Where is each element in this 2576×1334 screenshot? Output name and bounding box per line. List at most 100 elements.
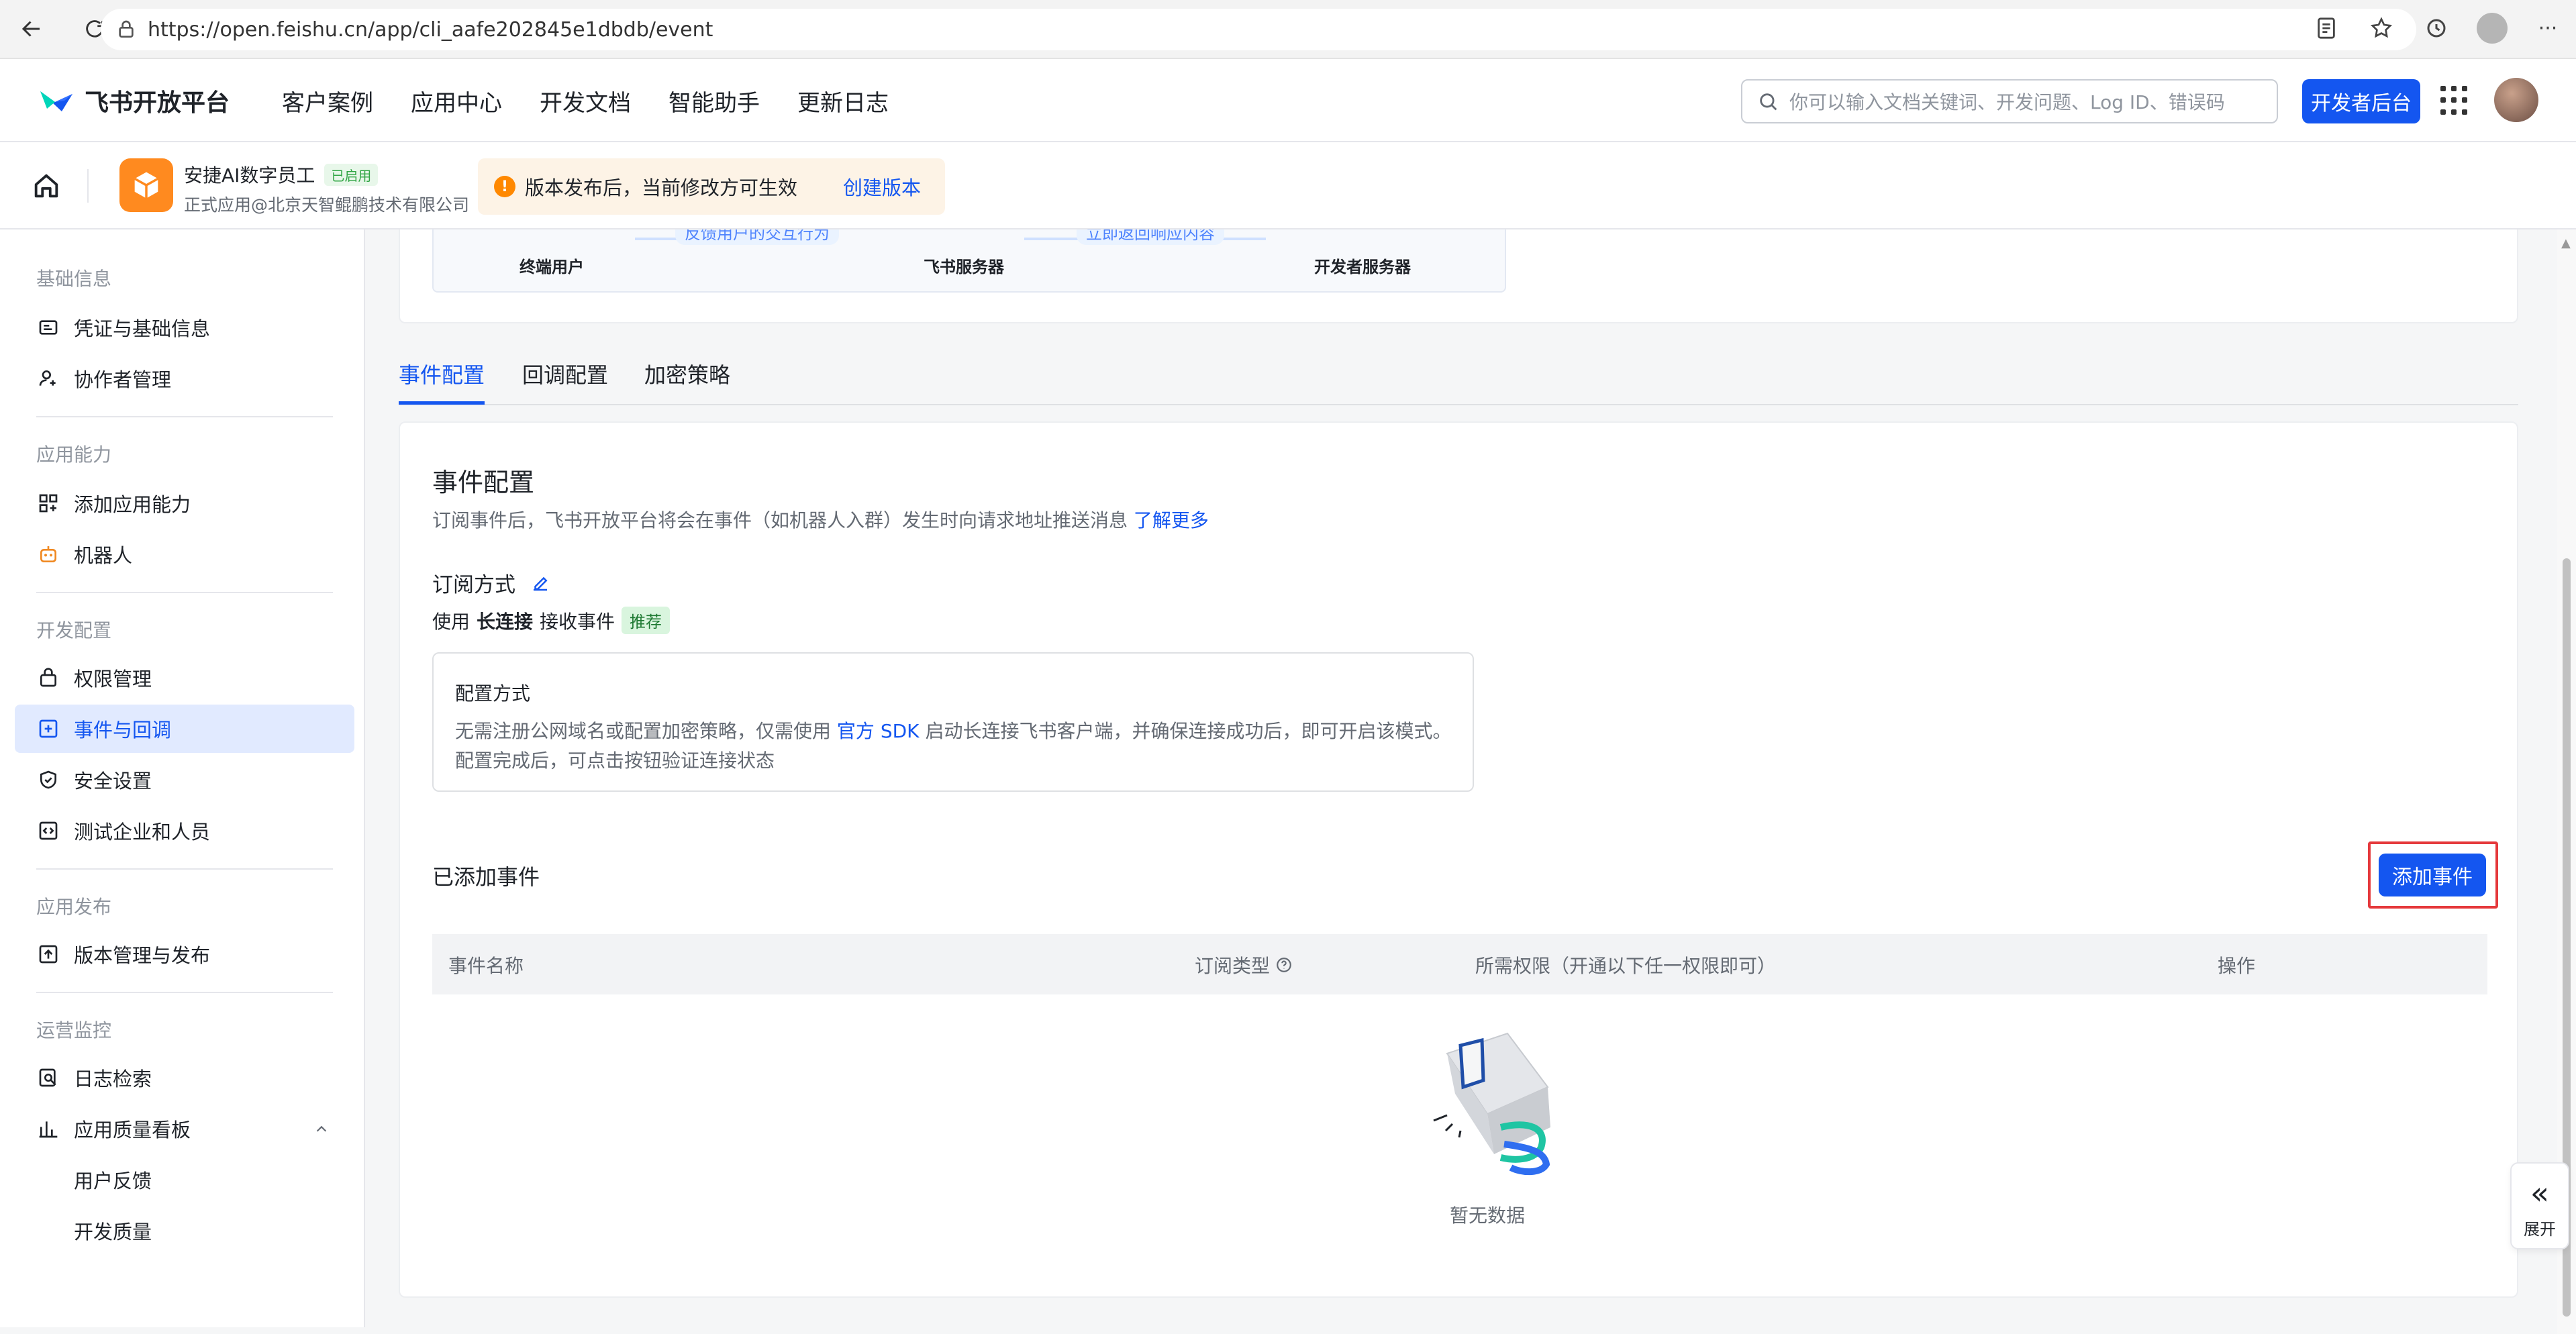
use-suffix: 接收事件	[540, 610, 615, 633]
subscribe-method: 订阅方式	[432, 568, 550, 598]
config-text: 启动长连接飞书客户端，并确保连接成功后，即可开启该模式。	[925, 720, 1452, 742]
sidebar-item-feedback[interactable]: 用户反馈	[15, 1156, 354, 1204]
doc-search-input[interactable]: 你可以输入文档关键词、开发问题、Log ID、错误码	[1741, 79, 2278, 123]
subscribe-mode-line: 使用 长连接 接收事件 推荐	[432, 607, 671, 634]
sidebar-item-label: 日志检索	[74, 1068, 152, 1090]
add-ability-icon	[39, 494, 58, 513]
config-tabs: 事件配置 回调配置 加密策略	[399, 349, 2518, 405]
id-card-icon	[39, 320, 58, 335]
version-notice: ! 版本发布后，当前修改方可生效 创建版本	[478, 158, 945, 215]
long-connection-label: 长连接	[477, 610, 534, 633]
event-flow-diagram: 反馈用户的交互行为 立即返回响应内容 终端用户 飞书服务器 开发者服务器	[432, 229, 1506, 293]
sidebar-divider	[36, 592, 333, 593]
home-icon[interactable]	[31, 170, 62, 201]
favorite-star-icon[interactable]	[2367, 12, 2396, 44]
reader-mode-icon[interactable]	[2312, 12, 2341, 44]
use-prefix: 使用	[432, 610, 470, 633]
sidebar-item-collaborators[interactable]: 协作者管理	[15, 354, 354, 403]
sidebar-item-add-ability[interactable]: 添加应用能力	[15, 479, 354, 527]
back-icon[interactable]	[13, 11, 50, 47]
tab-encrypt-strategy[interactable]: 加密策略	[644, 358, 730, 389]
help-icon[interactable]	[1275, 956, 1293, 974]
nav-link-cases[interactable]: 客户案例	[282, 85, 373, 117]
sidebar-item-test-org[interactable]: 测试企业和人员	[15, 807, 354, 855]
sidebar-item-label: 凭证与基础信息	[74, 317, 211, 340]
nav-link-docs[interactable]: 开发文档	[540, 85, 631, 117]
expand-panel-button[interactable]: « 展开	[2510, 1162, 2569, 1249]
warning-icon: !	[494, 176, 515, 197]
sidebar-group-ability: 应用能力	[36, 444, 112, 466]
added-events-title: 已添加事件	[432, 864, 540, 890]
divider	[87, 169, 89, 203]
user-avatar[interactable]	[2494, 78, 2538, 122]
app-status-badge: 已启用	[324, 163, 379, 186]
tab-event-config[interactable]: 事件配置	[399, 358, 485, 389]
app-subtitle: 正式应用@北京天智鲲鹏技术有限公司	[184, 195, 470, 215]
more-menu-icon[interactable]: ···	[2533, 12, 2563, 44]
browser-profile-avatar[interactable]	[2477, 13, 2508, 44]
sidebar-group-basic: 基础信息	[36, 268, 112, 290]
sidebar-item-label: 权限管理	[74, 668, 152, 690]
top-navigation: 飞书开放平台 客户案例 应用中心 开发文档 智能助手 更新日志 你可以输入文档关…	[0, 59, 2576, 142]
column-label: 订阅类型	[1195, 955, 1271, 977]
sidebar-group-publish: 应用发布	[36, 896, 112, 918]
sidebar-item-bot[interactable]: 机器人	[15, 530, 354, 578]
empty-state-text: 暂无数据	[1449, 1204, 1525, 1227]
sidebar-item-logs[interactable]: 日志检索	[15, 1054, 354, 1102]
create-version-link[interactable]: 创建版本	[843, 172, 921, 201]
column-label: 所需权限（开通以下任一权限即可）	[1475, 955, 1777, 977]
diagram-node-feishu-server: 飞书服务器	[924, 258, 1004, 276]
diagram-arrow-label: 立即返回响应内容	[1077, 229, 1224, 245]
event-flow-diagram-card: 反馈用户的交互行为 立即返回响应内容 终端用户 飞书服务器 开发者服务器	[399, 229, 2518, 323]
config-method-box: 配置方式 无需注册公网域名或配置加密策略，仅需使用 官方 SDK 启动长连接飞书…	[432, 652, 1474, 792]
sidebar-item-label: 机器人	[74, 544, 133, 567]
section-description: 订阅事件后，飞书开放平台将会在事件（如机器人入群）发生时向请求地址推送消息 了解…	[432, 506, 1209, 533]
url-text: https://open.feishu.cn/app/cli_aafe20284…	[148, 17, 713, 42]
sidebar-item-credentials[interactable]: 凭证与基础信息	[15, 303, 354, 352]
nav-link-changelog[interactable]: 更新日志	[797, 85, 889, 117]
sidebar-item-label: 版本管理与发布	[74, 944, 211, 967]
double-chevron-left-icon: «	[2530, 1175, 2550, 1211]
search-icon	[1760, 93, 1777, 111]
nav-link-assistant[interactable]: 智能助手	[668, 85, 760, 117]
sidebar-item-security[interactable]: 安全设置	[15, 756, 354, 804]
config-title: 配置方式	[455, 682, 531, 705]
history-icon[interactable]	[2422, 12, 2451, 44]
log-search-icon	[39, 1068, 56, 1087]
edit-icon[interactable]	[530, 573, 550, 593]
config-line-2: 配置完成后，可点击按钮验证连接状态	[455, 750, 775, 772]
nav-link-app-center[interactable]: 应用中心	[411, 85, 502, 117]
highlight-box: 添加事件	[2368, 841, 2498, 909]
browser-toolbar: https://open.feishu.cn/app/cli_aafe20284…	[0, 0, 2576, 59]
developer-console-button[interactable]: 开发者后台	[2302, 79, 2420, 123]
learn-more-link[interactable]: 了解更多	[1134, 509, 1209, 531]
add-event-button[interactable]: 添加事件	[2379, 854, 2486, 896]
sidebar-item-label: 添加应用能力	[74, 493, 191, 516]
sidebar-item-events[interactable]: 事件与回调	[15, 705, 354, 753]
sidebar-divider	[36, 416, 333, 417]
address-bar[interactable]: https://open.feishu.cn/app/cli_aafe20284…	[101, 9, 2416, 50]
brand-logo[interactable]: 飞书开放平台	[38, 83, 230, 118]
site-info-icon[interactable]	[115, 19, 137, 40]
description-text: 订阅事件后，飞书开放平台将会在事件（如机器人入群）发生时向请求地址推送消息	[432, 509, 1128, 531]
sidebar-item-quality[interactable]: 应用质量看板	[15, 1105, 354, 1153]
config-line-1: 无需注册公网域名或配置加密策略，仅需使用 官方 SDK 启动长连接飞书客户端，并…	[455, 717, 1451, 743]
apps-grid-icon[interactable]	[2440, 86, 2470, 115]
active-tab-indicator	[399, 401, 485, 405]
chevron-up-icon[interactable]	[314, 1122, 329, 1137]
tab-callback-config[interactable]: 回调配置	[522, 358, 608, 389]
column-header-event-name: 事件名称	[448, 952, 524, 978]
sidebar: 基础信息 凭证与基础信息 协作者管理 应用能力 添加应用能力 机器人 开发配置 …	[0, 229, 365, 1327]
sidebar-group-dev: 开发配置	[36, 619, 112, 642]
sidebar-item-dev-quality[interactable]: 开发质量	[15, 1207, 354, 1255]
add-user-icon	[39, 370, 56, 386]
sidebar-item-versions[interactable]: 版本管理与发布	[15, 930, 354, 978]
section-title: 事件配置	[432, 468, 535, 497]
official-sdk-link[interactable]: 官方 SDK	[837, 720, 920, 742]
sidebar-item-permissions[interactable]: 权限管理	[15, 654, 354, 702]
scroll-up-arrow-icon[interactable]: ▲	[2561, 236, 2571, 250]
lock-icon	[40, 668, 56, 687]
app-header-bar: 安捷AI数字员工 已启用 正式应用@北京天智鲲鹏技术有限公司 ! 版本发布后，当…	[0, 142, 2576, 229]
sidebar-item-label: 测试企业和人员	[74, 821, 211, 843]
column-header-actions: 操作	[2218, 952, 2255, 978]
